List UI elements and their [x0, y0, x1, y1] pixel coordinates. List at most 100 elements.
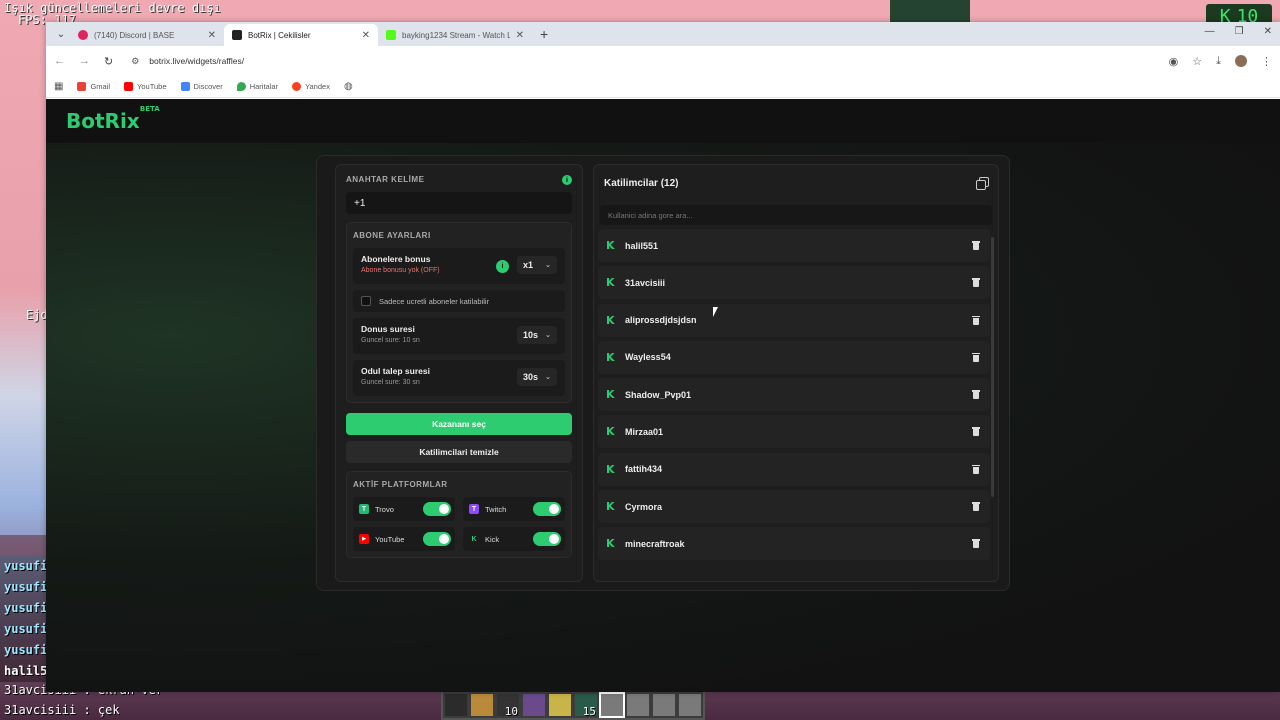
discover-icon	[180, 82, 190, 91]
pick-winner-button[interactable]: Kazananı seç	[346, 413, 572, 435]
trash-icon[interactable]	[972, 539, 980, 549]
chevron-down-icon: ⌄	[545, 262, 551, 269]
clear-participants-button[interactable]: Katilimcilari temizle	[346, 441, 572, 463]
back-icon[interactable]: ←	[54, 55, 65, 67]
youtube-toggle[interactable]	[423, 532, 451, 546]
bookmark-youtube[interactable]: YouTube	[124, 82, 167, 91]
restore-icon[interactable]: ❐	[1235, 26, 1244, 37]
trash-icon[interactable]	[972, 278, 980, 288]
chat-line: yusufisl	[0, 619, 46, 640]
twitch-icon: T	[469, 504, 479, 514]
subscriber-settings-title: ABONE AYARLARI	[353, 231, 431, 240]
hotbar-slot[interactable]	[547, 692, 573, 718]
chat-line: yusufisl	[0, 577, 46, 598]
kick-icon: K	[606, 313, 615, 327]
hotbar-slot[interactable]: 15	[573, 692, 599, 718]
active-platforms: AKTİF PLATFORMLAR T Trovo T Twitch ▶ You…	[346, 471, 572, 558]
botrix-page: BotRix BETA ANAHTAR KELİME i +1 ABONE AYA…	[46, 99, 1280, 692]
youtube-icon	[124, 82, 134, 91]
claim-time-select[interactable]: 30s ⌄	[517, 368, 557, 386]
tab-search-icon[interactable]: ⌄	[52, 25, 70, 43]
download-icon[interactable]: ⤓	[1216, 55, 1221, 68]
raffle-settings-panel: ANAHTAR KELİME i +1 ABONE AYARLARI Abone…	[335, 164, 583, 582]
new-tab-button[interactable]: +	[540, 26, 548, 42]
participants-title: Katilimcilar (12)	[604, 177, 679, 189]
trash-icon[interactable]	[972, 427, 980, 437]
trovo-toggle[interactable]	[423, 502, 451, 516]
tab-botrix[interactable]: BotRix | Cekilisler ✕	[224, 24, 378, 46]
participant-row: Khalil551	[598, 229, 990, 262]
participant-search-input[interactable]: Kullanici adina gore ara...	[600, 205, 992, 225]
trash-icon[interactable]	[972, 502, 980, 512]
bookmark-haritalar[interactable]: Haritalar	[236, 82, 278, 91]
browser-actions: ◉ ☆ ⤓ ⋮	[1169, 55, 1272, 68]
paid-subs-only-checkbox[interactable]	[361, 296, 371, 306]
game-block	[890, 0, 970, 22]
site-header: BotRix BETA	[46, 99, 1280, 143]
sub-bonus-info-icon[interactable]: i	[496, 260, 509, 273]
paid-subs-only-label: Sadece ucretli aboneler katilabilir	[379, 296, 490, 306]
close-icon[interactable]: ✕	[516, 30, 524, 41]
bookmark-gmail[interactable]: Gmail	[77, 82, 110, 91]
kick-icon: K	[606, 276, 615, 290]
spin-duration-select[interactable]: 10s ⌄	[517, 326, 557, 344]
participant-row: K Shadow_Pvp01	[598, 378, 990, 412]
forward-icon[interactable]: →	[79, 55, 90, 67]
url-text: botrix.live/widgets/raffles/	[149, 56, 245, 66]
hotbar-slot[interactable]	[521, 692, 547, 718]
chat-line: yusufisl	[0, 556, 46, 577]
bookmarks-bar: ▦ Gmail YouTube Discover Haritalar Yande…	[46, 76, 1280, 98]
profile-avatar[interactable]	[1235, 55, 1247, 67]
eye-off-icon[interactable]: ◉	[1169, 55, 1179, 68]
tab-kick-stream[interactable]: bayking1234 Stream - Watch Li ✕	[378, 24, 532, 46]
trash-icon[interactable]	[972, 241, 980, 250]
apps-icon[interactable]: ▦	[54, 81, 63, 92]
close-icon[interactable]: ✕	[362, 30, 370, 41]
hotbar-slot[interactable]	[625, 692, 651, 718]
claim-time-row: Odul talep suresi Guncel sure: 30 sn 30s…	[353, 360, 565, 396]
tab-bar: ⌄ (7140) Discord | BASE ✕ BotRix | Cekil…	[46, 22, 1280, 46]
reload-icon[interactable]: ↻	[104, 55, 113, 68]
sub-bonus-row: Abonelere bonus Abone bonusu yok (OFF) i…	[353, 248, 565, 284]
participant-row: Kalipross​djdsjdsn	[598, 303, 990, 337]
minimize-icon[interactable]: —	[1205, 26, 1215, 37]
tab-title: bayking1234 Stream - Watch Li	[402, 30, 510, 40]
side-label: Ejd	[26, 308, 48, 322]
trash-icon[interactable]	[972, 352, 980, 362]
globe-icon[interactable]: ◍	[344, 81, 353, 92]
keyword-input[interactable]: +1	[346, 192, 572, 214]
trash-icon[interactable]	[972, 315, 980, 325]
copy-icon[interactable]	[976, 177, 989, 190]
twitch-toggle[interactable]	[533, 502, 561, 516]
site-info-icon[interactable]: ⚙	[131, 56, 139, 67]
paid-subs-only-row[interactable]: Sadece ucretli aboneler katilabilir	[353, 290, 565, 312]
participant-row: K Mirzaa01	[598, 415, 990, 449]
maps-icon	[236, 82, 246, 91]
bookmark-discover[interactable]: Discover	[180, 82, 223, 91]
hotbar-slot[interactable]	[469, 692, 495, 718]
platform-kick: K Kick	[463, 527, 565, 551]
sub-bonus-select[interactable]: x1 ⌄	[517, 256, 557, 274]
url-field[interactable]: ⚙ botrix.live/widgets/raffles/	[127, 50, 1154, 72]
bookmark-yandex[interactable]: Yandex	[292, 82, 330, 91]
trash-icon[interactable]	[972, 464, 980, 474]
participant-row: K Cyrmora	[598, 490, 990, 524]
participant-list-scrollbar[interactable]	[991, 237, 994, 497]
botrix-favicon-icon	[232, 30, 242, 40]
kick-toggle[interactable]	[533, 532, 561, 546]
tab-discord[interactable]: (7140) Discord | BASE ✕	[70, 24, 224, 46]
kick-icon: K	[606, 388, 615, 402]
hotbar-slot[interactable]	[443, 692, 469, 718]
botrix-logo[interactable]: BotRix BETA	[66, 105, 160, 133]
close-window-icon[interactable]: ✕	[1264, 26, 1272, 37]
hotbar-slot[interactable]	[677, 692, 703, 718]
trash-icon[interactable]	[972, 390, 980, 400]
star-icon[interactable]: ☆	[1192, 55, 1202, 68]
info-icon[interactable]: i	[562, 175, 572, 185]
participants-header: Katilimcilar (12)	[594, 165, 998, 201]
close-icon[interactable]: ✕	[208, 30, 216, 41]
menu-icon[interactable]: ⋮	[1261, 55, 1272, 68]
hotbar-slot[interactable]	[651, 692, 677, 718]
hotbar-slot[interactable]: 10	[495, 692, 521, 718]
hotbar-slot[interactable]	[599, 692, 625, 718]
